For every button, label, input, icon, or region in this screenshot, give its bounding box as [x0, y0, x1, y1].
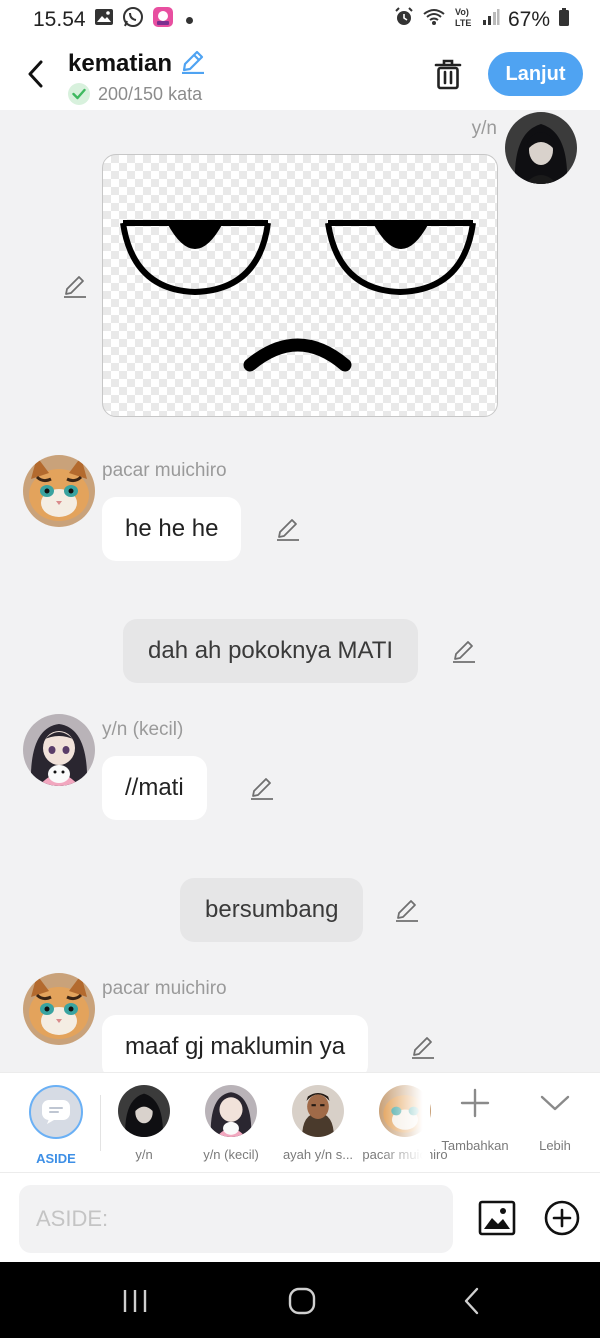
speaker-name: y/n	[471, 118, 497, 139]
message-input[interactable]	[19, 1185, 453, 1253]
add-label: Tambahkan	[441, 1138, 509, 1153]
status-time: 15.54	[33, 8, 86, 31]
wifi-icon	[422, 7, 446, 33]
avatar-yn[interactable]	[505, 112, 577, 184]
speaker-name: y/n (kecil)	[102, 719, 184, 740]
pencil-icon	[277, 519, 299, 541]
word-count: 200/150 kata	[98, 83, 203, 104]
speaker-name: pacar muichiro	[102, 978, 227, 999]
battery-icon	[558, 7, 570, 33]
system-nav-bar	[0, 1262, 600, 1338]
plus-circle-icon	[544, 1200, 580, 1236]
message-text: he he he	[125, 515, 219, 542]
pencil-icon	[251, 778, 273, 800]
home-icon	[288, 1287, 316, 1315]
whatsapp-notification-icon	[122, 6, 144, 34]
avatar-pacar-muichiro[interactable]	[23, 973, 95, 1045]
home-button[interactable]	[282, 1286, 322, 1316]
system-back-button[interactable]	[452, 1286, 492, 1316]
pencil-icon	[412, 1037, 434, 1059]
narration-bubble[interactable]: bersumbang	[180, 878, 364, 942]
edit-message-button[interactable]	[62, 273, 88, 299]
add-character-button[interactable]: Tambahkan	[435, 1087, 515, 1153]
character-label: ayah y/n s...	[282, 1147, 354, 1162]
trash-icon	[434, 59, 462, 90]
recent-apps-icon	[123, 1290, 147, 1312]
narration-bubble[interactable]: dah ah pokoknya MATI	[123, 619, 419, 683]
character-yn[interactable]: y/n	[101, 1085, 187, 1162]
avatar-yn-kecil[interactable]	[23, 714, 95, 786]
edit-message-button[interactable]	[394, 897, 420, 923]
gallery-notification-icon	[94, 7, 114, 33]
character-label: y/n	[135, 1147, 153, 1162]
chat-area[interactable]: y/n pacar muichiro he he he dah ah pokok…	[0, 110, 600, 1072]
edit-message-button[interactable]	[249, 775, 275, 801]
image-icon	[478, 1200, 516, 1236]
chat-bubble[interactable]: //mati	[102, 756, 207, 820]
chat-bubble-icon	[42, 1100, 70, 1124]
pencil-icon	[453, 641, 475, 663]
speaker-name: pacar muichiro	[102, 460, 227, 481]
pencil-icon	[182, 50, 205, 75]
story-title: kematian	[68, 49, 173, 77]
delete-button[interactable]	[430, 56, 466, 92]
edit-message-button[interactable]	[410, 1034, 436, 1060]
more-button[interactable]: Lebih	[515, 1087, 595, 1153]
more-label: Lebih	[539, 1138, 571, 1153]
character-yn-kecil[interactable]: y/n (kecil)	[188, 1085, 274, 1162]
notification-dot	[185, 16, 193, 24]
alarm-icon	[394, 7, 414, 33]
character-selector: ASIDE y/n y/n (kecil) ayah y/n s... paca…	[0, 1072, 600, 1173]
edit-message-button[interactable]	[275, 516, 301, 542]
chevron-left-icon	[28, 60, 43, 88]
character-aside[interactable]: ASIDE	[13, 1085, 99, 1166]
message-text: maaf gj maklumin ya	[125, 1033, 346, 1060]
add-content-button[interactable]	[543, 1199, 581, 1237]
rolled-eyes-face-image	[120, 220, 476, 372]
svg-text:Vo): Vo)	[455, 7, 469, 17]
recent-apps-button[interactable]	[115, 1286, 155, 1316]
avatar-pacar-muichiro[interactable]	[23, 455, 95, 527]
plus-icon	[460, 1088, 490, 1118]
aside-avatar	[29, 1085, 83, 1139]
battery-percent: 67%	[507, 8, 550, 31]
character-label: ASIDE	[36, 1151, 76, 1166]
insert-image-button[interactable]	[478, 1199, 516, 1237]
chevron-left-icon	[464, 1287, 479, 1315]
character-label: y/n (kecil)	[203, 1147, 259, 1162]
chevron-down-icon	[540, 1095, 570, 1111]
title-area: kematian 200/150 kata	[68, 48, 206, 105]
pencil-icon	[64, 276, 86, 298]
svg-text:LTE: LTE	[455, 18, 471, 28]
pencil-icon	[396, 900, 418, 922]
message-text: //mati	[125, 774, 184, 801]
next-button[interactable]: Lanjut	[488, 52, 583, 96]
back-button[interactable]	[20, 56, 50, 92]
chat-bubble[interactable]: maaf gj maklumin ya	[102, 1015, 369, 1072]
narration-text: dah ah pokoknya MATI	[148, 637, 394, 664]
story-header: kematian 200/150 kata Lanjut	[0, 40, 600, 110]
chat-bubble[interactable]: he he he	[102, 497, 242, 561]
edit-title-button[interactable]	[180, 48, 206, 79]
character-ayah[interactable]: ayah y/n s...	[275, 1085, 361, 1162]
composer	[0, 1172, 600, 1262]
scroll-fade	[380, 1073, 430, 1173]
volte-icon: Vo) LTE	[454, 6, 474, 34]
narration-text: bersumbang	[205, 896, 339, 923]
edit-message-button[interactable]	[451, 638, 477, 664]
app-notification-icon	[152, 6, 174, 34]
status-bar: 15.54 Vo) LTE 67%	[0, 0, 600, 40]
image-message[interactable]	[102, 154, 498, 417]
signal-icon	[482, 8, 500, 32]
check-icon	[68, 83, 90, 105]
